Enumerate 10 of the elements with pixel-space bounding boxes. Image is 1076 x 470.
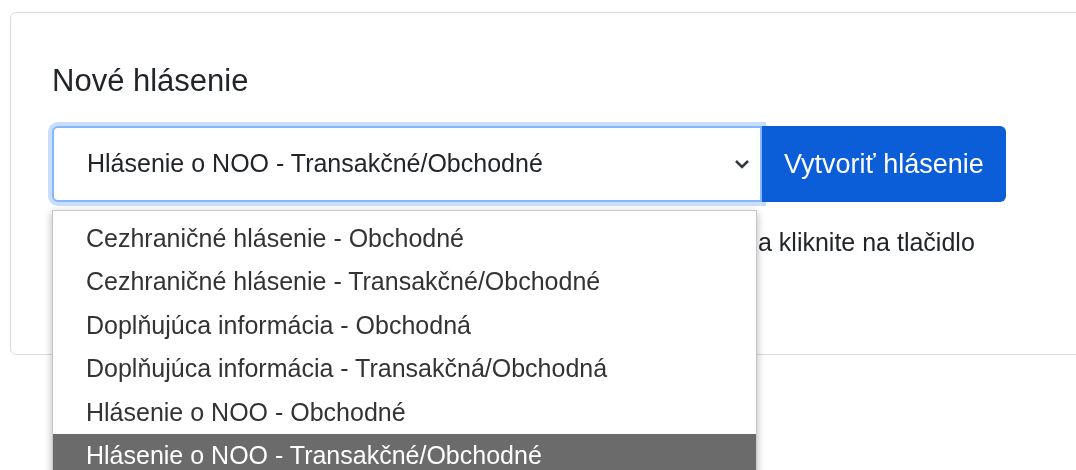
dropdown-option[interactable]: Doplňujúca informácia - Transakčná/Obchodná <box>53 347 756 391</box>
create-report-button[interactable]: Vytvoriť hlásenie <box>762 126 1006 202</box>
dropdown-option[interactable]: Hlásenie o NOO - Obchodné <box>53 390 756 434</box>
card-title: Nové hlásenie <box>52 62 249 100</box>
dropdown-option[interactable]: Doplňujúca informácia - Obchodná <box>53 303 756 348</box>
dropdown-option[interactable]: Cezhraničné hlásenie - Transakčné/Obchodné <box>53 260 756 304</box>
dropdown-option[interactable]: Cezhraničné hlásenie - Obchodné <box>53 217 756 261</box>
hint-text: a kliknite na tlačidlo <box>758 227 975 258</box>
dropdown-option[interactable]: Hlásenie o NOO - Transakčné/Obchodné <box>53 433 756 470</box>
chevron-down-icon <box>734 159 750 169</box>
